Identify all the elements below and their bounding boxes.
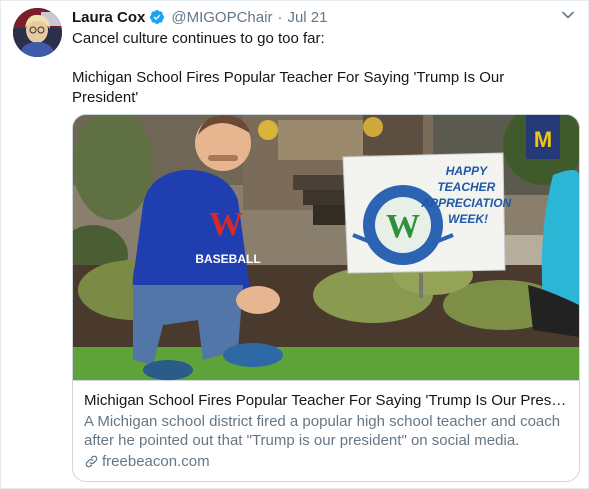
author-handle[interactable]: @MIGOPChair bbox=[171, 9, 272, 26]
avatar-image bbox=[13, 8, 62, 57]
header-separator: · bbox=[277, 8, 283, 26]
sign-line: HAPPY bbox=[446, 164, 488, 178]
card-domain[interactable]: freebeacon.com bbox=[84, 453, 568, 470]
link-icon bbox=[85, 455, 98, 468]
card-title[interactable]: Michigan School Fires Popular Teacher Fo… bbox=[84, 391, 568, 410]
sign-logo-letter: W bbox=[386, 208, 420, 245]
author-name[interactable]: Laura Cox bbox=[72, 9, 145, 26]
tweet[interactable]: Laura Cox @MIGOPChair · Jul 21 Cancel cu… bbox=[0, 0, 589, 489]
card-meta[interactable]: Michigan School Fires Popular Teacher Fo… bbox=[73, 380, 579, 481]
card-description: A Michigan school district fired a popul… bbox=[84, 413, 561, 449]
hoodie-letter: W bbox=[209, 206, 243, 243]
sign-line: APPRECIATION bbox=[420, 196, 511, 210]
verified-badge-icon bbox=[150, 10, 165, 24]
sign-line: WEEK! bbox=[448, 212, 488, 226]
card-domain-text[interactable]: freebeacon.com bbox=[102, 453, 210, 470]
tweet-text-line: Michigan School Fires Popular Teacher Fo… bbox=[72, 69, 505, 106]
tweet-header: Laura Cox @MIGOPChair · Jul 21 bbox=[72, 7, 576, 27]
chevron-down-icon[interactable] bbox=[560, 7, 576, 23]
card-image[interactable]: M W HAPPY TEACHER APPRECIATION WEEK! W B… bbox=[73, 115, 579, 380]
tweet-date[interactable]: Jul 21 bbox=[287, 9, 327, 26]
avatar[interactable] bbox=[13, 8, 62, 57]
sign-line: TEACHER bbox=[437, 180, 495, 194]
link-card[interactable]: M W HAPPY TEACHER APPRECIATION WEEK! W B… bbox=[72, 114, 580, 482]
tweet-text: Cancel culture continues to go too far: … bbox=[72, 29, 572, 108]
tweet-text-line: Cancel culture continues to go too far: bbox=[72, 30, 325, 47]
hoodie-text: BASEBALL bbox=[195, 252, 260, 266]
flag-letter: M bbox=[534, 127, 552, 152]
